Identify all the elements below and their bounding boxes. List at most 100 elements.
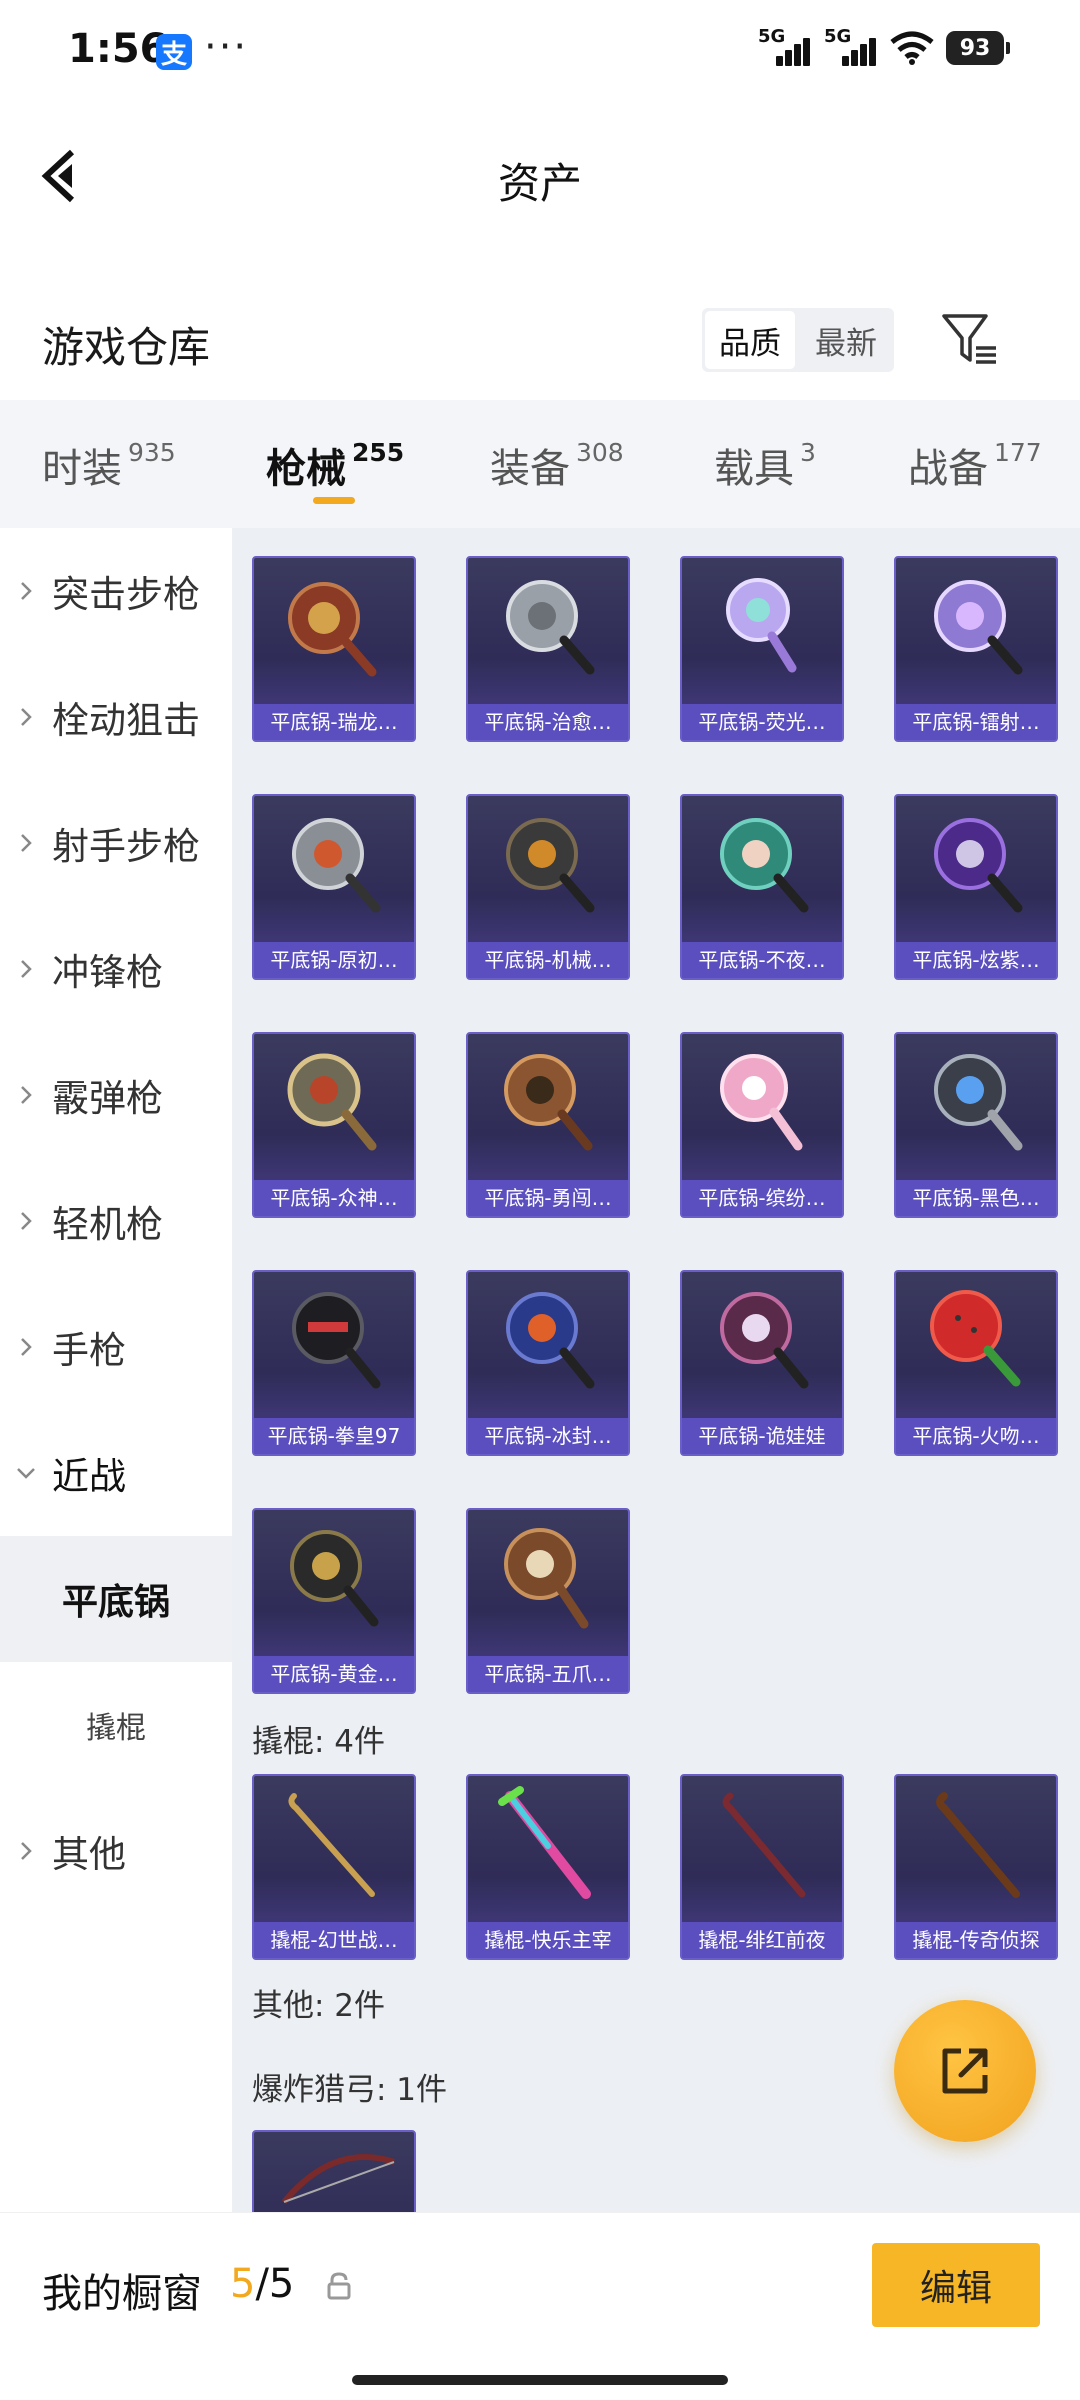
lock-icon[interactable] <box>326 2271 352 2301</box>
item-card[interactable]: 平底锅-五爪… <box>466 1508 630 1694</box>
home-indicator[interactable] <box>352 2375 728 2385</box>
frying-pan-icon <box>287 1053 377 1151</box>
frying-pan-icon <box>292 1292 381 1389</box>
chevron-right-icon <box>0 1336 52 1358</box>
sort-toggle: 品质 最新 <box>702 308 894 372</box>
item-card[interactable]: 平底锅-黑色… <box>894 1032 1058 1218</box>
sidebar-item-shotgun[interactable]: 霰弹枪 <box>0 1032 232 1158</box>
item-card[interactable]: 平底锅-瑞龙… <box>252 556 416 742</box>
wifi-icon <box>890 31 934 65</box>
frying-pan-icon <box>506 818 595 913</box>
bow-icon <box>281 2154 395 2204</box>
sidebar-item-label: 近战 <box>52 1455 126 1498</box>
bow-section-label: 爆炸猎弓: 1件 <box>252 2072 448 2108</box>
chevron-right-icon <box>0 832 52 854</box>
app-header: 资产 <box>0 110 1080 240</box>
signal-5g-icon: 5G <box>758 26 812 68</box>
item-card[interactable]: 平底锅-原初… <box>252 794 416 980</box>
sidebar-item-marksman-rifle[interactable]: 射手步枪 <box>0 780 232 906</box>
sidebar-item-smg[interactable]: 冲锋枪 <box>0 906 232 1032</box>
item-card[interactable]: 平底锅-拳皇97 <box>252 1270 416 1456</box>
tab-guns[interactable]: 枪械 255 <box>266 436 404 494</box>
sort-quality-button[interactable]: 品质 <box>705 311 795 369</box>
crowbar-icon <box>288 1793 375 1897</box>
tab-skins[interactable]: 时装 935 <box>42 436 176 494</box>
item-card[interactable]: 撬棍-快乐主宰 <box>466 1774 630 1960</box>
item-card[interactable]: 平底锅-缤纷… <box>680 1032 844 1218</box>
frying-pan-icon <box>288 582 377 677</box>
battery-tip <box>1006 42 1010 54</box>
item-card[interactable]: 平底锅-治愈… <box>466 556 630 742</box>
frying-pan-icon <box>720 1054 803 1151</box>
frying-pan-icon <box>290 1530 379 1627</box>
item-card[interactable]: 平底锅-黄金… <box>252 1508 416 1694</box>
sidebar-item-label: 手枪 <box>52 1329 126 1372</box>
sidebar-item-label: 霰弹枪 <box>52 1077 163 1120</box>
item-card[interactable]: 平底锅-镭射… <box>894 556 1058 742</box>
sidebar-item-label: 冲锋枪 <box>52 951 163 994</box>
item-card[interactable]: 平底锅-荧光… <box>680 556 844 742</box>
sidebar-item-lmg[interactable]: 轻机枪 <box>0 1158 232 1284</box>
item-card[interactable]: 平底锅-勇闯… <box>466 1032 630 1218</box>
showcase-count-current: 5 <box>230 2261 256 2307</box>
sidebar-subitem-crowbar[interactable]: 撬棍 <box>0 1662 232 1788</box>
item-card[interactable]: 撬棍-绯红前夜 <box>680 1774 844 1960</box>
item-grid: 平底锅-瑞龙… 平底锅-治愈… 平底锅-荧光… 平底锅-镭射… 平底锅-原初… … <box>232 528 1080 2212</box>
frying-pan-icon <box>504 1528 589 1629</box>
frying-pan-icon <box>934 1054 1023 1151</box>
status-time: 1:56 <box>68 26 168 72</box>
other-section-label: 其他: 2件 <box>252 1988 386 2024</box>
frying-pan-icon <box>934 818 1023 913</box>
sidebar-item-label: 突击步枪 <box>52 573 200 616</box>
item-card[interactable]: 平底锅-机械… <box>466 794 630 980</box>
item-card[interactable]: 平底锅-不夜… <box>680 794 844 980</box>
tab-gear[interactable]: 战备 177 <box>908 436 1042 494</box>
tab-vehicles[interactable]: 载具 3 <box>714 436 816 494</box>
sort-newest-button[interactable]: 最新 <box>801 311 891 369</box>
sidebar-item-other[interactable]: 其他 <box>0 1788 232 1914</box>
item-card[interactable]: 平底锅-火吻… <box>894 1270 1058 1456</box>
tab-equipment[interactable]: 装备 308 <box>490 436 624 494</box>
chevron-right-icon <box>0 706 52 728</box>
external-link-icon <box>942 2048 988 2094</box>
more-notifications-icon: ··· <box>204 24 249 70</box>
warehouse-title: 游戏仓库 <box>42 323 211 372</box>
sidebar-item-bolt-sniper[interactable]: 栓动狙击 <box>0 654 232 780</box>
item-card[interactable] <box>252 2130 416 2212</box>
signal-5g-secondary-icon: 5G <box>824 26 878 68</box>
sidebar-item-label: 射手步枪 <box>52 825 200 868</box>
frying-pan-icon <box>934 580 1023 675</box>
share-fab-button[interactable] <box>894 2000 1036 2142</box>
sidebar-subitem-frying-pan[interactable]: 平底锅 <box>0 1536 232 1662</box>
chevron-down-icon <box>0 1466 52 1480</box>
filter-icon[interactable] <box>940 310 1000 370</box>
warehouse-header: 游戏仓库 品质 最新 <box>0 290 1080 400</box>
weapon-type-sidebar: 突击步枪 栓动狙击 射手步枪 冲锋枪 霰弹枪 轻机枪 手枪 近战 平底锅 撬棍 … <box>0 528 232 2212</box>
showcase-count-total: /5 <box>255 2261 295 2307</box>
chevron-right-icon <box>0 1084 52 1106</box>
edit-button[interactable]: 编辑 <box>872 2243 1040 2327</box>
crowbar-icon <box>722 1792 806 1898</box>
showcase-title: 我的橱窗 <box>42 2271 202 2317</box>
frying-pan-icon <box>720 818 809 913</box>
category-tabs: 时装 935 枪械 255 装备 308 载具 3 战备 177 <box>0 400 1080 528</box>
item-card[interactable]: 撬棍-幻世战… <box>252 1774 416 1960</box>
frying-pan-icon <box>506 580 595 675</box>
item-card[interactable]: 平底锅-诡娃娃 <box>680 1270 844 1456</box>
sidebar-item-melee[interactable]: 近战 <box>0 1410 232 1536</box>
item-card[interactable]: 平底锅-炫紫… <box>894 794 1058 980</box>
status-bar: 1:56 支 ··· 5G 5G 93 <box>0 0 1080 100</box>
crowbar-icon <box>498 1786 591 1899</box>
showcase-count: 5/5 <box>230 2261 294 2307</box>
chevron-right-icon <box>0 958 52 980</box>
active-tab-indicator <box>313 497 355 504</box>
sidebar-item-label: 栓动狙击 <box>52 699 200 742</box>
sidebar-item-pistol[interactable]: 手枪 <box>0 1284 232 1410</box>
sidebar-item-assault-rifle[interactable]: 突击步枪 <box>0 528 232 654</box>
sidebar-item-label: 轻机枪 <box>52 1203 163 1246</box>
item-card[interactable]: 撬棍-传奇侦探 <box>894 1774 1058 1960</box>
frying-pan-icon <box>504 1054 593 1151</box>
frying-pan-icon <box>292 818 381 913</box>
item-card[interactable]: 平底锅-冰封… <box>466 1270 630 1456</box>
item-card[interactable]: 平底锅-众神… <box>252 1032 416 1218</box>
